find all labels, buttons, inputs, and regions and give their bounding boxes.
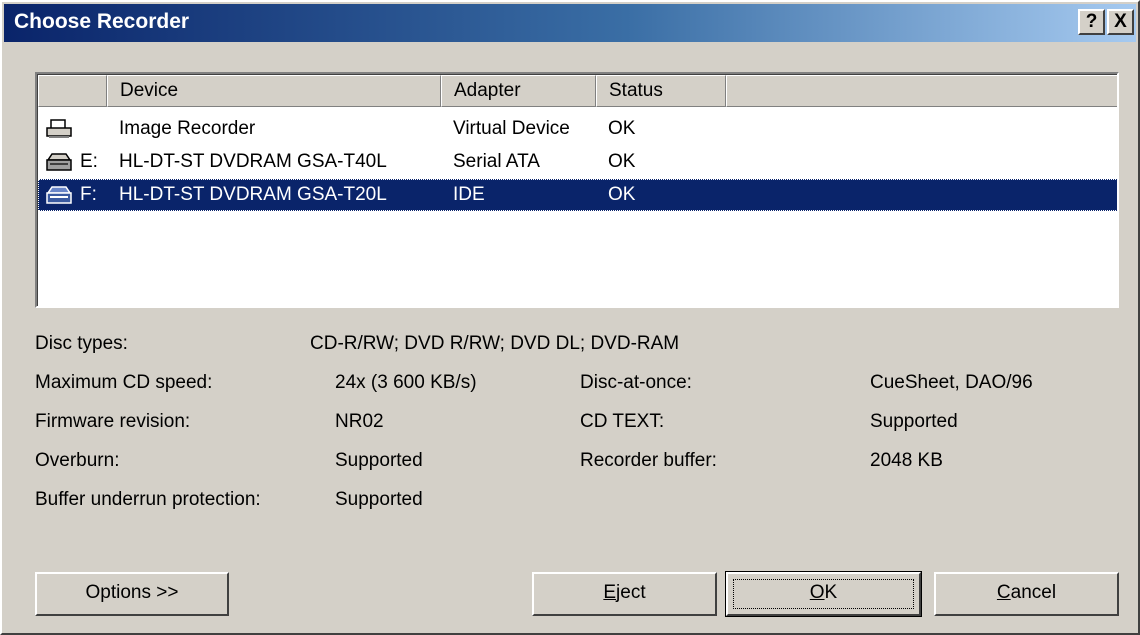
column-header-status[interactable]: Status xyxy=(596,75,726,107)
cd-text-label: CD TEXT: xyxy=(580,411,665,432)
column-header-icon[interactable] xyxy=(38,75,107,107)
eject-button[interactable]: Eject xyxy=(532,572,717,616)
disc-at-once-label: Disc-at-once: xyxy=(580,372,692,393)
list-item-device: Image Recorder xyxy=(119,118,256,139)
list-item-drive: F: xyxy=(80,184,97,205)
max-cd-speed-label: Maximum CD speed: xyxy=(35,372,213,393)
cancel-button-label: ancel xyxy=(1010,582,1057,603)
list-item-device: HL-DT-ST DVDRAM GSA-T40L xyxy=(119,151,387,172)
list-item[interactable]: E: HL-DT-ST DVDRAM GSA-T40L Serial ATA O… xyxy=(38,146,1117,178)
help-button[interactable]: ? xyxy=(1078,9,1105,35)
buffer-underrun-value: Supported xyxy=(335,489,423,510)
column-header-device[interactable]: Device xyxy=(107,75,441,107)
optical-drive-icon xyxy=(46,186,72,204)
list-item-adapter: IDE xyxy=(453,184,485,205)
list-item-device: HL-DT-ST DVDRAM GSA-T20L xyxy=(119,184,387,205)
ok-button[interactable]: OK xyxy=(725,571,922,617)
title-bar[interactable]: Choose Recorder ? X xyxy=(4,4,1136,42)
cd-text-value: Supported xyxy=(870,411,958,432)
recorder-list[interactable]: Device Adapter Status Image Recorder Vir… xyxy=(35,72,1119,308)
overburn-value: Supported xyxy=(335,450,423,471)
disc-types-value: CD-R/RW; DVD R/RW; DVD DL; DVD-RAM xyxy=(310,333,680,354)
disc-at-once-value: CueSheet, DAO/96 xyxy=(870,372,1033,393)
buffer-underrun-label: Buffer underrun protection: xyxy=(35,489,261,510)
list-item-adapter: Virtual Device xyxy=(453,118,570,139)
list-item-selected[interactable]: F: HL-DT-ST DVDRAM GSA-T20L IDE OK xyxy=(38,179,1117,211)
list-item-status: OK xyxy=(608,118,636,139)
list-item-adapter: Serial ATA xyxy=(453,151,540,172)
focus-rectangle xyxy=(733,579,914,609)
column-header-filler xyxy=(726,75,1117,107)
options-button-label: Options >> xyxy=(85,582,179,603)
column-header-adapter[interactable]: Adapter xyxy=(441,75,596,107)
eject-accelerator: E xyxy=(603,582,617,603)
dialog-title: Choose Recorder xyxy=(14,10,190,33)
max-cd-speed-value: 24x (3 600 KB/s) xyxy=(335,372,477,393)
firmware-revision-value: NR02 xyxy=(335,411,384,432)
recorder-buffer-label: Recorder buffer: xyxy=(580,450,717,471)
recorder-buffer-value: 2048 KB xyxy=(870,450,943,471)
overburn-label: Overburn: xyxy=(35,450,120,471)
list-item-drive: E: xyxy=(80,151,98,172)
list-item-status: OK xyxy=(608,151,636,172)
list-item-status: OK xyxy=(608,184,636,205)
list-header: Device Adapter Status xyxy=(38,75,1117,107)
cancel-button[interactable]: Cancel xyxy=(934,572,1119,616)
close-button[interactable]: X xyxy=(1107,9,1134,35)
firmware-revision-label: Firmware revision: xyxy=(35,411,191,432)
choose-recorder-dialog: Choose Recorder ? X Device Adapter Statu… xyxy=(0,0,1140,635)
disc-types-label: Disc types: xyxy=(35,333,128,354)
cancel-accelerator: C xyxy=(996,582,1011,603)
image-recorder-icon xyxy=(46,119,72,138)
optical-drive-icon xyxy=(46,153,72,171)
options-button[interactable]: Options >> xyxy=(35,572,229,616)
eject-button-label: ject xyxy=(616,582,646,603)
list-item[interactable]: Image Recorder Virtual Device OK xyxy=(38,113,1117,145)
